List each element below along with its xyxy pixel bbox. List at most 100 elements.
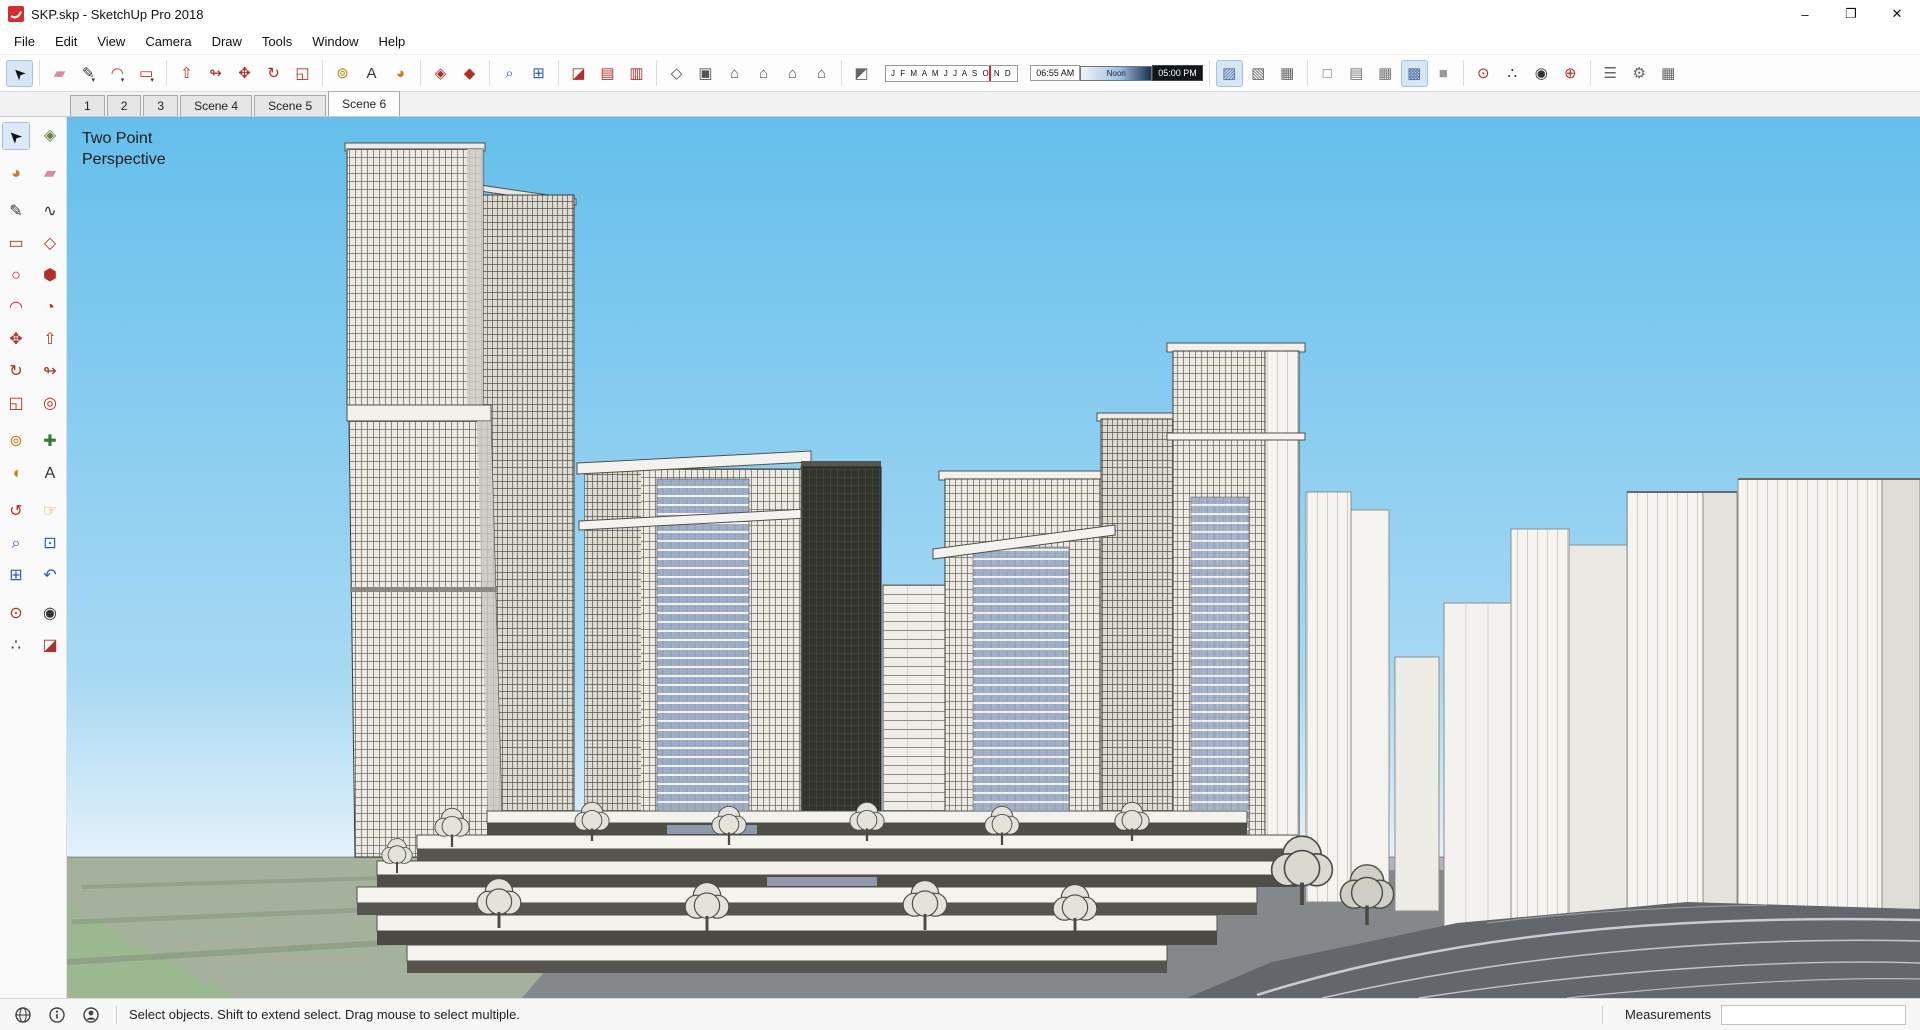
select-tool-button[interactable]: ➤ [2, 122, 30, 150]
tape-measure-tool-button[interactable]: ⊚ [329, 60, 356, 87]
section-plane-tool-button[interactable]: ◪ [36, 632, 64, 660]
rotated-rectangle-tool-button[interactable]: ◇ [36, 230, 64, 258]
paint-bucket-tool-button[interactable]: ◕ [387, 60, 414, 87]
shadow-toggle-tool-button[interactable]: ◩ [848, 60, 875, 87]
push-pull-tool-button[interactable]: ⇧ [173, 60, 200, 87]
dark-building[interactable] [800, 461, 882, 858]
scale-tool-button[interactable]: ◱ [289, 60, 316, 87]
rectangle-tool-button[interactable]: ▭ [2, 230, 30, 258]
eraser-tool-button[interactable]: ▰ [36, 160, 64, 188]
menu-draw[interactable]: Draw [202, 28, 252, 54]
previous-view-tool-button[interactable]: ↶ [36, 562, 64, 590]
text-tool-button[interactable]: A [36, 460, 64, 488]
scene-tab-3[interactable]: 3 [143, 95, 179, 116]
make-group-tool-button[interactable]: ◆ [456, 60, 483, 87]
position-camera-tool-button[interactable]: ⊙ [1470, 60, 1497, 87]
shadow-date-marker[interactable] [988, 65, 991, 81]
rotate-tool-button[interactable]: ↻ [2, 358, 30, 386]
axes-tool-button[interactable]: ✚ [36, 428, 64, 456]
shadow-time-slider[interactable]: 06:55 AM Noon 05:00 PM [1030, 65, 1203, 81]
scene-tab-scene-5[interactable]: Scene 5 [254, 95, 327, 116]
move-tool-button[interactable]: ✥ [231, 60, 258, 87]
make-component-tool-button[interactable]: ◈ [427, 60, 454, 87]
look-around-tool-button[interactable]: ◉ [36, 600, 64, 628]
menu-view[interactable]: View [87, 28, 135, 54]
hidden-geometry-tool-button[interactable]: ▦ [1274, 60, 1301, 87]
measurements-input[interactable] [1721, 1004, 1906, 1025]
orbit-tool-button[interactable]: ↺ [2, 498, 30, 526]
left-view-tool-button[interactable]: ⌂ [808, 60, 835, 87]
shadow-date-slider[interactable]: J F M A M J J A S O N D [885, 64, 1019, 82]
offset-tool-button[interactable]: ◎ [36, 390, 64, 418]
pie-tool-button[interactable]: ◔ [36, 294, 64, 322]
push-pull-tool-button[interactable]: ⇧ [36, 326, 64, 354]
maximize-button[interactable]: ❐ [1828, 0, 1874, 28]
minimize-button[interactable]: – [1782, 0, 1828, 28]
geolocation-icon[interactable] [14, 1006, 32, 1024]
menu-edit[interactable]: Edit [45, 28, 87, 54]
eraser-tool-button[interactable]: ▰ [46, 60, 73, 87]
position-camera-tool-button[interactable]: ⊙ [2, 600, 30, 628]
follow-me-tool-button[interactable]: ↬ [36, 358, 64, 386]
rectangle-tool-button[interactable]: ▭ ▾ [133, 60, 160, 87]
zoom-tool-button[interactable]: ⌕ [2, 530, 30, 558]
wireframe-tool-button[interactable]: □ [1314, 60, 1341, 87]
move-tool-button[interactable]: ✥ [2, 326, 30, 354]
line-tool-button[interactable]: ✎ ▾ [75, 60, 102, 87]
text-tool-button[interactable]: A [358, 60, 385, 87]
zoom-tool-button[interactable]: ⌕ [496, 60, 523, 87]
zoom-window-tool-button[interactable]: ⊡ [36, 530, 64, 558]
make-component-tool-button[interactable]: ◈ [36, 122, 64, 150]
hidden-line-tool-button[interactable]: ▤ [1343, 60, 1370, 87]
zoom-extents-tool-button[interactable]: ⊞ [525, 60, 552, 87]
menu-help[interactable]: Help [369, 28, 416, 54]
pan-tool-button[interactable]: ☞ [36, 498, 64, 526]
front-view-tool-button[interactable]: ⌂ [721, 60, 748, 87]
tape-measure-tool-button[interactable]: ⊚ [2, 428, 30, 456]
scene-tab-1[interactable]: 1 [70, 95, 105, 116]
arc-tool-button[interactable]: ◠ ▾ [104, 60, 131, 87]
shaded-tool-button[interactable]: ▦ [1372, 60, 1399, 87]
menu-tools[interactable]: Tools [252, 28, 302, 54]
info-icon[interactable] [48, 1006, 66, 1024]
walk-tool-button[interactable]: ∴ [2, 632, 30, 660]
preferences-tool-button[interactable]: ⚙ [1626, 60, 1653, 87]
rotate-tool-button[interactable]: ↻ [260, 60, 287, 87]
model-viewport[interactable]: Two Point Perspective [67, 117, 1920, 998]
back-view-tool-button[interactable]: ⌂ [779, 60, 806, 87]
menu-file[interactable]: File [4, 28, 45, 54]
scene-tab-2[interactable]: 2 [106, 95, 142, 116]
scale-tool-button[interactable]: ◱ [2, 390, 30, 418]
walk-tool-button[interactable]: ∴ [1499, 60, 1526, 87]
scene-tab-scene-6[interactable]: Scene 6 [328, 91, 401, 116]
polygon-tool-button[interactable]: ⬢ [36, 262, 64, 290]
line-dropdown-caret[interactable]: ▾ [92, 76, 96, 86]
menu-camera[interactable]: Camera [135, 28, 201, 54]
add-location-tool-button[interactable]: ⊕ [1557, 60, 1584, 87]
tower-b[interactable] [576, 450, 812, 858]
model-canvas[interactable] [67, 117, 1920, 998]
back-edges-tool-button[interactable]: ▧ [1245, 60, 1272, 87]
tower-a[interactable] [344, 142, 577, 858]
select-tool-button[interactable]: ➤ [6, 59, 33, 87]
zoom-extents-tool-button[interactable]: ⊞ [2, 562, 30, 590]
right-view-tool-button[interactable]: ⌂ [750, 60, 777, 87]
arc-tool-button[interactable]: ◠ [2, 294, 30, 322]
top-view-tool-button[interactable]: ▣ [692, 60, 719, 87]
user-icon[interactable] [82, 1006, 100, 1024]
section-plane-tool-button[interactable]: ◪ [565, 60, 592, 87]
follow-me-tool-button[interactable]: ↬ [202, 60, 229, 87]
menu-window[interactable]: Window [302, 28, 368, 54]
shadow-time-bar[interactable]: Noon [1080, 65, 1153, 81]
model-info-tool-button[interactable]: ☰ [1597, 60, 1624, 87]
protractor-tool-button[interactable]: ◖ [2, 460, 30, 488]
circle-tool-button[interactable]: ○ [2, 262, 30, 290]
line-tool-button[interactable]: ✎ [2, 198, 30, 226]
display-section-cuts-tool-button[interactable]: ▥ [623, 60, 650, 87]
shaded-with-textures-tool-button[interactable]: ▩ [1400, 59, 1428, 87]
freehand-tool-button[interactable]: ∿ [36, 198, 64, 226]
arc-dropdown-caret[interactable]: ▾ [121, 76, 125, 86]
display-section-planes-tool-button[interactable]: ▤ [594, 60, 621, 87]
iso-view-tool-button[interactable]: ◇ [663, 60, 690, 87]
scene-tab-scene-4[interactable]: Scene 4 [180, 95, 253, 116]
